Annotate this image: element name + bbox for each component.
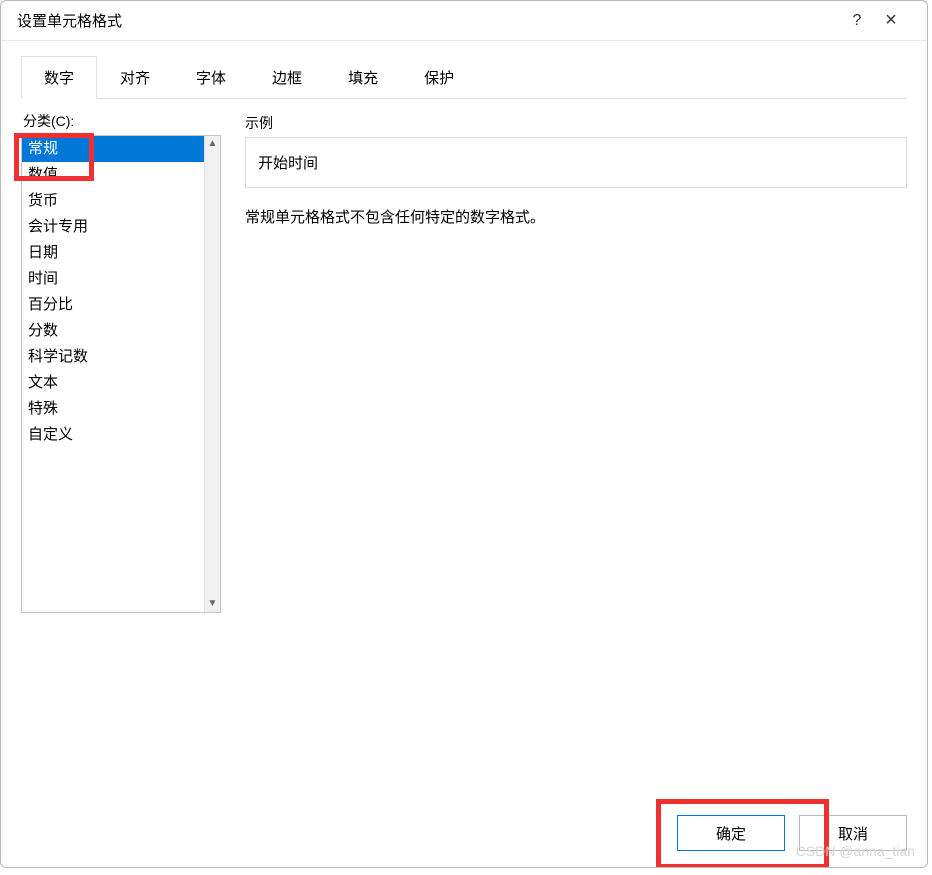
sample-value: 开始时间: [258, 155, 318, 172]
ok-button[interactable]: 确定: [677, 815, 785, 851]
dialog-buttons: 确定 取消: [677, 815, 907, 851]
category-item-fraction[interactable]: 分数: [22, 318, 204, 344]
category-item-scientific[interactable]: 科学记数: [22, 344, 204, 370]
category-label: 分类(C):: [21, 111, 221, 131]
scroll-down-icon[interactable]: ▼: [208, 598, 218, 610]
tab-border[interactable]: 边框: [249, 56, 325, 99]
category-item-text[interactable]: 文本: [22, 370, 204, 396]
category-item-general[interactable]: 常规: [22, 136, 204, 162]
category-item-number[interactable]: 数值: [22, 162, 204, 188]
category-item-special[interactable]: 特殊: [22, 396, 204, 422]
category-listbox[interactable]: 常规 数值 货币 会计专用 日期 时间 百分比 分数 科学记数 文本 特殊 自定…: [21, 135, 221, 613]
tab-font[interactable]: 字体: [173, 56, 249, 99]
category-item-time[interactable]: 时间: [22, 266, 204, 292]
close-icon[interactable]: ×: [871, 9, 911, 32]
tab-protect[interactable]: 保护: [401, 56, 477, 99]
tab-number[interactable]: 数字: [21, 56, 97, 99]
category-item-accounting[interactable]: 会计专用: [22, 214, 204, 240]
dialog-titlebar: 设置单元格格式 ? ×: [1, 1, 927, 41]
sample-box: 开始时间: [245, 137, 907, 188]
detail-column: 示例 开始时间 常规单元格格式不包含任何特定的数字格式。: [245, 111, 907, 613]
category-item-percentage[interactable]: 百分比: [22, 292, 204, 318]
help-icon[interactable]: ?: [843, 12, 871, 30]
category-item-currency[interactable]: 货币: [22, 188, 204, 214]
dialog-title: 设置单元格格式: [17, 10, 843, 31]
tab-panel-number: 分类(C): 常规 数值 货币 会计专用 日期 时间 百分比 分数 科学记数 文…: [21, 111, 907, 613]
category-item-custom[interactable]: 自定义: [22, 422, 204, 448]
scroll-up-icon[interactable]: ▲: [208, 138, 218, 150]
format-description: 常规单元格格式不包含任何特定的数字格式。: [245, 206, 907, 227]
tab-align[interactable]: 对齐: [97, 56, 173, 99]
category-list-items: 常规 数值 货币 会计专用 日期 时间 百分比 分数 科学记数 文本 特殊 自定…: [22, 136, 204, 612]
format-cells-dialog: 设置单元格格式 ? × 数字 对齐 字体 边框 填充 保护 分类(C): 常规 …: [0, 0, 928, 868]
category-item-date[interactable]: 日期: [22, 240, 204, 266]
dialog-content: 数字 对齐 字体 边框 填充 保护 分类(C): 常规 数值 货币 会计专用 日…: [1, 41, 927, 613]
tab-fill[interactable]: 填充: [325, 56, 401, 99]
scrollbar[interactable]: ▲ ▼: [204, 136, 220, 612]
category-column: 分类(C): 常规 数值 货币 会计专用 日期 时间 百分比 分数 科学记数 文…: [21, 111, 221, 613]
sample-label: 示例: [245, 113, 907, 133]
tab-strip: 数字 对齐 字体 边框 填充 保护: [21, 55, 907, 99]
cancel-button[interactable]: 取消: [799, 815, 907, 851]
